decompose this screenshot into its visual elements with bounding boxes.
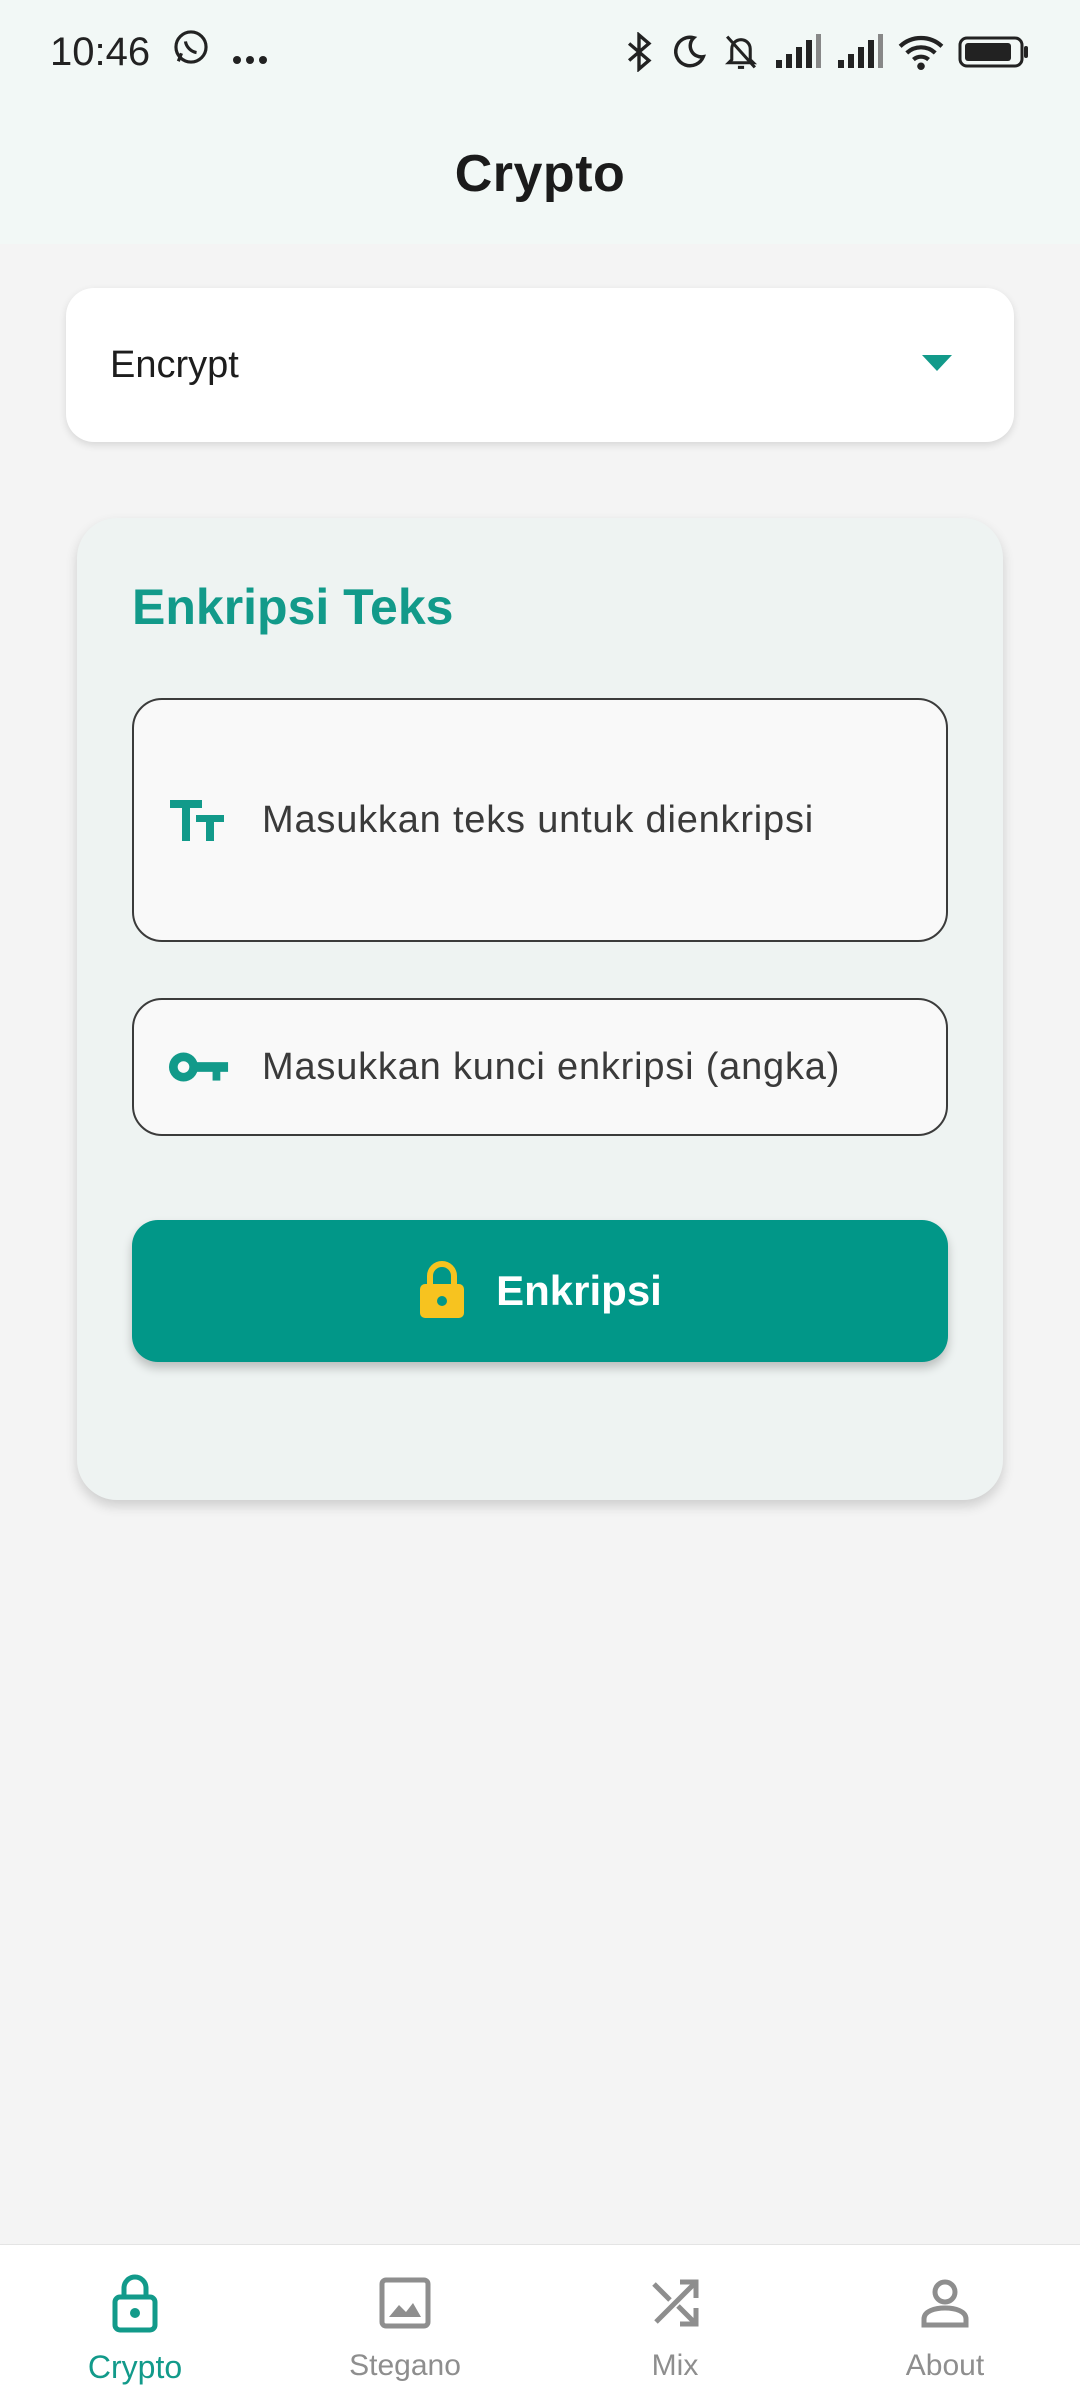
nav-label-crypto: Crypto bbox=[87, 2349, 183, 2385]
nav-label-stegano: Stegano bbox=[349, 2349, 461, 2382]
lock-icon bbox=[418, 1260, 466, 1323]
person-icon bbox=[919, 2271, 971, 2335]
key-field[interactable] bbox=[132, 998, 948, 1136]
more-dots-icon bbox=[232, 30, 268, 75]
nav-item-about[interactable]: About bbox=[810, 2245, 1080, 2400]
mode-dropdown[interactable]: Encrypt bbox=[66, 288, 1014, 442]
signal-icon bbox=[774, 34, 822, 70]
battery-icon bbox=[958, 35, 1030, 69]
app-bar: Crypto bbox=[0, 104, 1080, 244]
page-title: Crypto bbox=[454, 145, 626, 203]
key-input[interactable] bbox=[262, 1045, 942, 1089]
signal-icon bbox=[836, 34, 884, 70]
nav-label-mix: Mix bbox=[651, 2349, 699, 2382]
nav-item-crypto[interactable]: Crypto bbox=[0, 2245, 270, 2400]
mode-dropdown-value: Encrypt bbox=[110, 343, 239, 386]
plaintext-input[interactable] bbox=[262, 798, 942, 842]
bottom-nav: Crypto Stegano Mix About bbox=[0, 2244, 1080, 2400]
whatsapp-icon bbox=[172, 28, 210, 76]
encrypt-button-label: Enkripsi bbox=[496, 1267, 662, 1314]
caret-down-icon bbox=[922, 354, 952, 376]
bluetooth-icon bbox=[622, 32, 656, 72]
nav-label-about: About bbox=[905, 2349, 985, 2382]
bell-off-icon bbox=[722, 32, 760, 72]
status-bar: 10:46 bbox=[0, 0, 1080, 104]
card-title: Enkripsi Teks bbox=[132, 579, 454, 635]
encrypt-button[interactable]: Enkripsi bbox=[132, 1220, 948, 1362]
nav-item-mix[interactable]: Mix bbox=[540, 2245, 810, 2400]
encrypt-card: Enkripsi Teks Enkripsi bbox=[77, 518, 1003, 1500]
image-icon bbox=[379, 2271, 431, 2335]
status-time: 10:46 bbox=[50, 29, 151, 74]
key-icon bbox=[168, 1049, 230, 1085]
moon-icon bbox=[670, 33, 708, 71]
wifi-icon bbox=[898, 33, 944, 71]
text-fields-icon bbox=[168, 797, 230, 843]
lock-icon bbox=[111, 2271, 159, 2335]
app-root: 10:46 Crypto Encrypt Enkripsi Teks Masuk… bbox=[0, 0, 1080, 2400]
nav-item-stegano[interactable]: Stegano bbox=[270, 2245, 540, 2400]
plaintext-field[interactable] bbox=[132, 698, 948, 942]
shuffle-icon bbox=[650, 2271, 700, 2335]
